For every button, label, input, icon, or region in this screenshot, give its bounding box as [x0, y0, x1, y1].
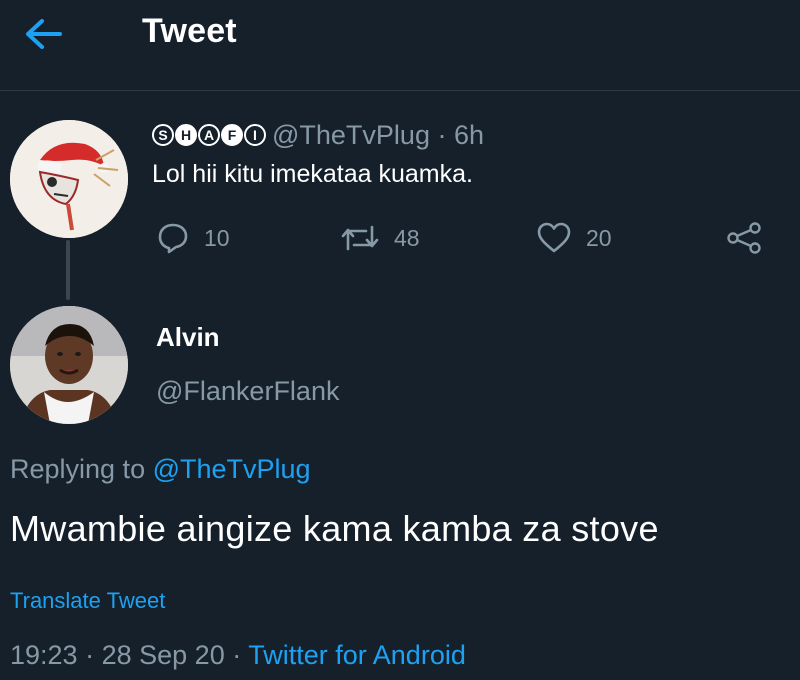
- thread-line: [66, 240, 70, 300]
- like-button[interactable]: 20: [536, 218, 612, 258]
- top-bar: Tweet: [0, 0, 800, 91]
- original-author-row[interactable]: S H A F I @TheTvPlug · 6h: [152, 120, 484, 150]
- replying-to-mention[interactable]: @TheTvPlug: [153, 454, 311, 484]
- display-name: S H A F I: [152, 124, 266, 146]
- reply-author-handle[interactable]: @FlankerFlank: [156, 376, 339, 407]
- retweet-count: 48: [394, 224, 420, 251]
- page-title: Tweet: [142, 12, 237, 50]
- replying-to: Replying to @TheTvPlug: [10, 454, 311, 485]
- like-count: 20: [586, 224, 612, 251]
- share-button[interactable]: [726, 218, 762, 258]
- heart-icon: [537, 222, 571, 253]
- replying-prefix: Replying to: [10, 454, 153, 484]
- tweet-date: 28 Sep 20: [101, 640, 225, 670]
- handle-and-time: @TheTvPlug · 6h: [272, 119, 484, 150]
- back-arrow-icon[interactable]: [20, 14, 68, 54]
- reply-button[interactable]: 10: [156, 218, 230, 258]
- reply-author-name[interactable]: Alvin: [156, 322, 220, 353]
- retweet-icon: [341, 225, 379, 251]
- tweet-time: 19:23: [10, 640, 78, 670]
- tweet-metadata: 19:23 · 28 Sep 20 · Twitter for Android: [10, 640, 466, 671]
- share-icon: [727, 222, 761, 254]
- reply-icon: [158, 223, 188, 254]
- tweet-source-link[interactable]: Twitter for Android: [248, 640, 466, 670]
- reply-tweet-text: Mwambie aingize kama kamba za stove: [10, 508, 659, 549]
- original-author-avatar[interactable]: [10, 120, 128, 238]
- separator: ·: [85, 640, 95, 670]
- reply-author-avatar[interactable]: [10, 306, 128, 424]
- translate-tweet-link[interactable]: Translate Tweet: [10, 588, 165, 614]
- retweet-button[interactable]: 48: [340, 218, 420, 258]
- reply-count: 10: [204, 224, 230, 251]
- separator: ·: [232, 640, 242, 670]
- original-tweet-text: Lol hii kitu imekataa kuamka.: [152, 160, 473, 188]
